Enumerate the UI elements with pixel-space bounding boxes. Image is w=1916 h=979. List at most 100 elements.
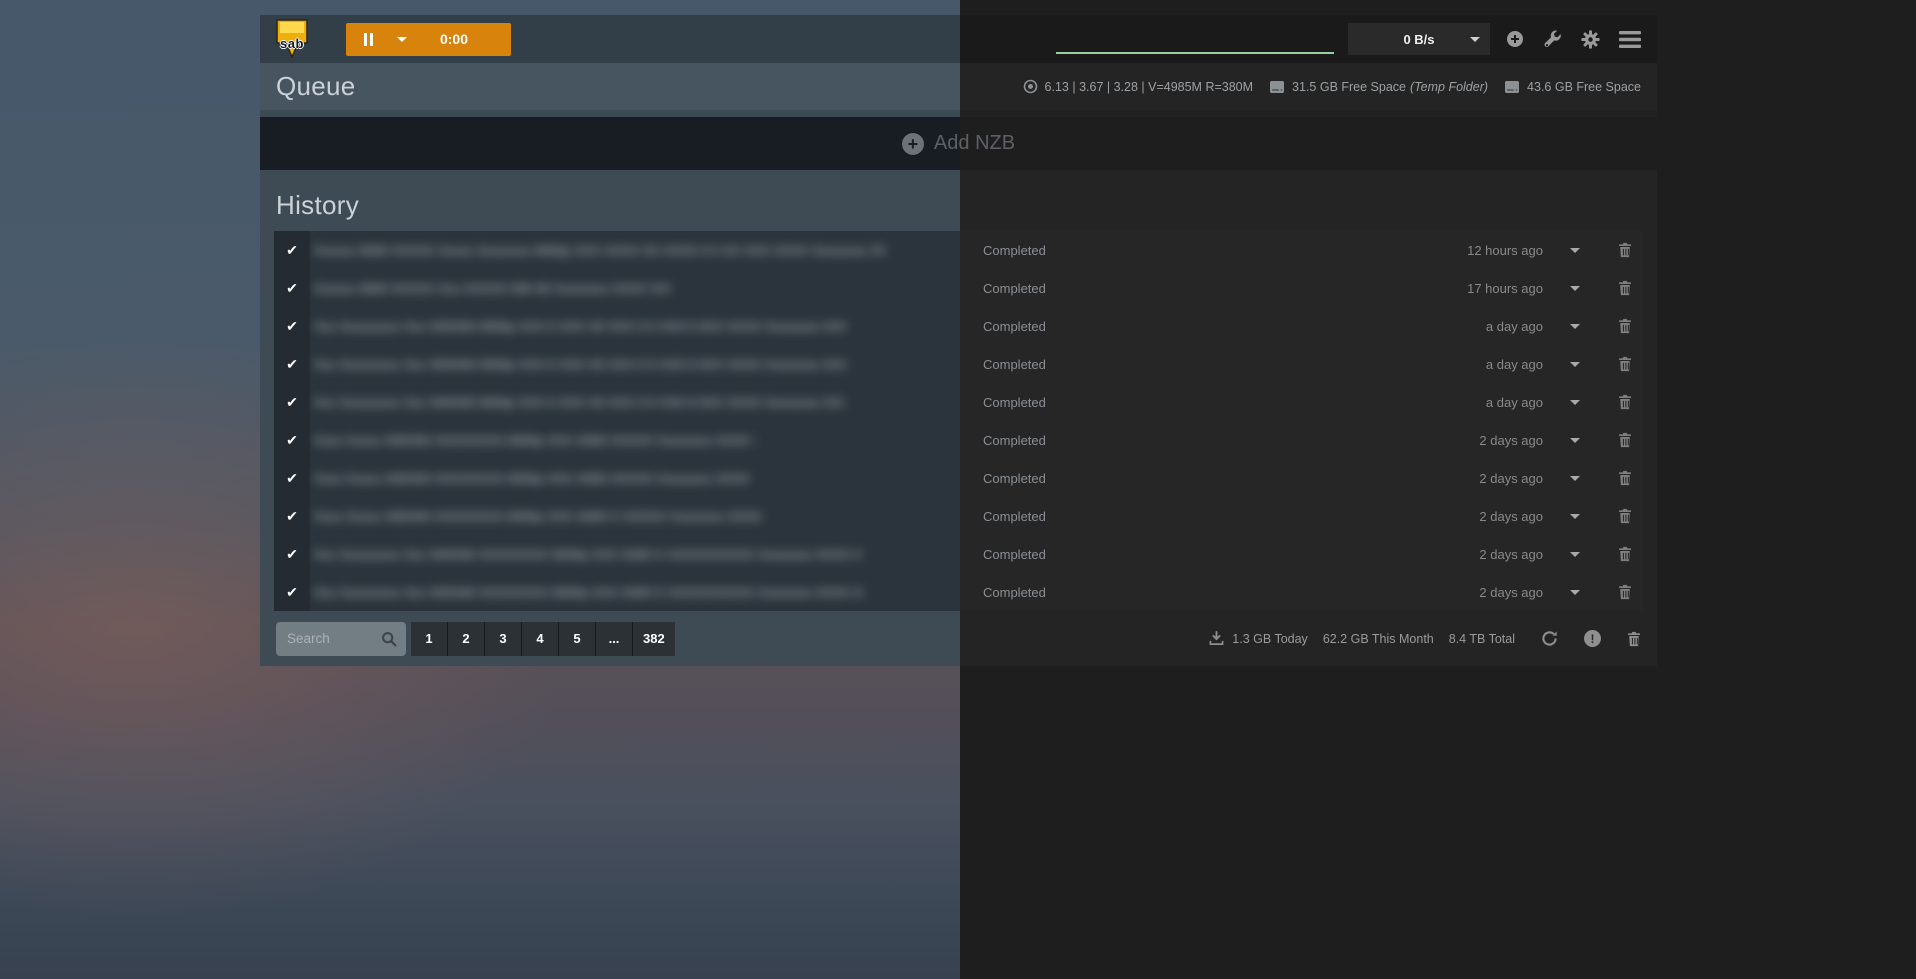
history-item-status: Completed — [983, 471, 1363, 486]
history-row: ✔ Xxxx Xxxxx X00X00 XXXXXXXX 0000p XXX X… — [274, 459, 1643, 497]
stat-month: 62.2 GB This Month — [1323, 632, 1434, 646]
pagination: 1 2 3 4 5 ... 382 — [411, 622, 675, 656]
history-title: History — [276, 190, 359, 221]
history-footer: 1 2 3 4 5 ... 382 1.3 GB Today — [274, 611, 1643, 666]
trash-icon — [1618, 546, 1632, 562]
stat-today: 1.3 GB Today — [1232, 632, 1308, 646]
history-item-status: Completed — [983, 357, 1363, 372]
wrench-icon[interactable] — [1543, 30, 1562, 49]
history-item-age: 17 hours ago — [1363, 281, 1543, 296]
pause-timer[interactable]: 0:00 — [407, 31, 511, 47]
history-row-dropdown[interactable] — [1543, 552, 1607, 557]
sab-logo-label: sab — [276, 36, 308, 51]
add-nzb-url-input[interactable] — [1056, 24, 1334, 54]
refresh-icon[interactable] — [1541, 630, 1558, 647]
history-row-dropdown[interactable] — [1543, 286, 1607, 291]
history-row-dropdown[interactable] — [1543, 476, 1607, 481]
chevron-down-icon — [1570, 590, 1580, 595]
history-item-age: a day ago — [1363, 319, 1543, 334]
history-row: ✔ Xxx Xxxxxxxxx Xxx X00X00 XXXXXXXX 0000… — [274, 535, 1643, 573]
history-item-status: Completed — [983, 281, 1363, 296]
history-item-status: Completed — [983, 585, 1363, 600]
history-item-name[interactable]: Xxx Xxxxxxxxx Xxx X00X00 XXXXXXXX 0000p … — [314, 585, 864, 600]
history-header: History — [274, 170, 1643, 231]
history-section: History ✔ Xxxxxx 0000 XXXXX Xxxxx Xxxxxx… — [260, 170, 1657, 666]
history-item-name[interactable]: Xxxxxx 0000 XXXXX Xxxxx Xxxxxxxx 0000p X… — [314, 243, 885, 258]
topbar: sab 0:00 0 B/s — [260, 15, 1657, 63]
trash-icon — [1618, 318, 1632, 334]
history-item-name[interactable]: Xxx Xxxxxxxxx Xxx X00X00 0000p XXX 0 XXX… — [314, 319, 846, 334]
history-row-delete-button[interactable] — [1607, 280, 1643, 296]
menu-hamburger-icon[interactable] — [1619, 31, 1641, 48]
history-item-status: Completed — [983, 395, 1363, 410]
history-item-name[interactable]: Xxxx Xxxxx X00X00 XXXXXXXX 0000p XXX X00… — [314, 509, 766, 524]
page-button[interactable]: 382 — [633, 622, 675, 656]
history-item-name[interactable]: Xxx Xxxxxxxxx Xxx X00X00 0000p XXX 0 XXX… — [314, 357, 846, 372]
history-item-name[interactable]: Xxxx Xxxxx X00X00 XXXXXXXX 0000p XXX X00… — [314, 471, 751, 486]
history-row-dropdown[interactable] — [1543, 248, 1607, 253]
history-row: ✔ Xxx Xxxxxxxxx Xxx X00X00 0000p XXX 0 X… — [274, 383, 1643, 421]
complete-free-space: 43.6 GB Free Space — [1527, 80, 1641, 94]
history-row-delete-button[interactable] — [1607, 508, 1643, 524]
history-row-delete-button[interactable] — [1607, 546, 1643, 562]
history-row-dropdown[interactable] — [1543, 324, 1607, 329]
history-row-delete-button[interactable] — [1607, 470, 1643, 486]
history-row-dropdown[interactable] — [1543, 362, 1607, 367]
alert-icon[interactable]: ! — [1584, 630, 1601, 647]
history-row-delete-button[interactable] — [1607, 394, 1643, 410]
history-row-delete-button[interactable] — [1607, 432, 1643, 448]
chevron-down-icon — [1570, 362, 1580, 367]
history-item-age: a day ago — [1363, 395, 1543, 410]
page-button[interactable]: 1 — [411, 622, 448, 656]
chevron-down-icon — [1570, 514, 1580, 519]
history-item-name[interactable]: Xxx Xxxxxxxxx Xxx X00X00 XXXXXXXX 0000p … — [314, 547, 861, 562]
history-item-age: 2 days ago — [1363, 509, 1543, 524]
history-row-delete-button[interactable] — [1607, 318, 1643, 334]
clear-history-trash-icon[interactable] — [1627, 631, 1641, 647]
history-item-name[interactable]: Xxxx Xxxxx X00X00 XXXXXXXX 0000p XXX X00… — [314, 433, 756, 448]
download-icon — [1209, 631, 1224, 646]
speed-limit-button[interactable]: 0 B/s — [1348, 23, 1490, 55]
add-nzb-dropzone[interactable]: + Add NZB — [260, 117, 1657, 170]
history-item-age: 2 days ago — [1363, 585, 1543, 600]
search-box[interactable] — [276, 622, 406, 656]
pause-control[interactable]: 0:00 — [346, 23, 511, 56]
page: { "topbar": { "logo_text": "sab", "pause… — [0, 0, 1916, 979]
search-input[interactable] — [287, 631, 381, 646]
pause-icon[interactable] — [364, 33, 373, 46]
speed-value: 0 B/s — [1403, 32, 1434, 47]
completed-check-icon: ✔ — [274, 269, 310, 307]
history-row-dropdown[interactable] — [1543, 438, 1607, 443]
search-icon[interactable] — [381, 631, 397, 647]
page-button[interactable]: ... — [596, 622, 633, 656]
history-row-delete-button[interactable] — [1607, 584, 1643, 600]
page-button[interactable]: 3 — [485, 622, 522, 656]
trash-icon — [1618, 508, 1632, 524]
history-item-name[interactable]: Xxxxxx 0000 XXXXX Xxx XXXXX 000 00 Xxxxx… — [314, 281, 671, 296]
sabnzbd-window: sab 0:00 0 B/s — [260, 15, 1657, 666]
history-row-delete-button[interactable] — [1607, 356, 1643, 372]
history-list: ✔ Xxxxxx 0000 XXXXX Xxxxx Xxxxxxxx 0000p… — [274, 231, 1643, 611]
page-button[interactable]: 2 — [448, 622, 485, 656]
page-button[interactable]: 4 — [522, 622, 559, 656]
add-nzb-button[interactable]: + Add NZB — [902, 132, 1015, 155]
history-item-name[interactable]: Xxx Xxxxxxxxx Xxx X00X00 0000p XXX 0 XXX… — [314, 395, 844, 410]
add-nzb-plus-icon[interactable] — [1506, 30, 1524, 48]
history-row-delete-button[interactable] — [1607, 242, 1643, 258]
history-row: ✔ Xxx Xxxxxxxxx Xxx X00X00 0000p XXX 0 X… — [274, 345, 1643, 383]
sab-logo[interactable]: sab — [276, 19, 308, 59]
page-button[interactable]: 5 — [559, 622, 596, 656]
history-row: ✔ Xxxx Xxxxx X00X00 XXXXXXXX 0000p XXX X… — [274, 421, 1643, 459]
history-row-dropdown[interactable] — [1543, 514, 1607, 519]
history-item-age: 2 days ago — [1363, 547, 1543, 562]
history-row-dropdown[interactable] — [1543, 400, 1607, 405]
chevron-down-icon — [1570, 438, 1580, 443]
history-item-status: Completed — [983, 547, 1363, 562]
history-item-status: Completed — [983, 243, 1363, 258]
pause-dropdown-caret-icon[interactable] — [397, 37, 407, 42]
completed-check-icon: ✔ — [274, 421, 310, 459]
stat-total: 8.4 TB Total — [1449, 632, 1515, 646]
gear-icon[interactable] — [1581, 30, 1600, 49]
completed-check-icon: ✔ — [274, 383, 310, 421]
history-row-dropdown[interactable] — [1543, 590, 1607, 595]
